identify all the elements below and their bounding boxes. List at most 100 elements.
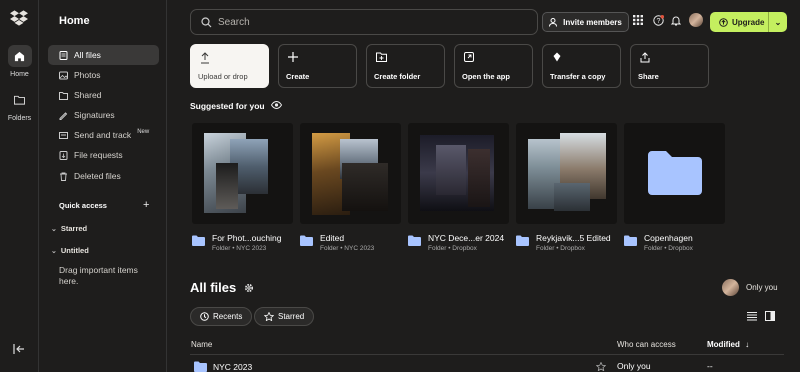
starred-label: Starred <box>60 224 88 233</box>
apps-grid-icon[interactable] <box>632 14 644 26</box>
tile-label: Transfer a copy <box>550 72 606 81</box>
suggested-item-3[interactable]: NYC Dece...er 2024 Folder • Dropbox <box>408 233 504 254</box>
search-icon <box>201 16 212 27</box>
large-folder-icon <box>648 151 702 195</box>
left-rail: Home Folders <box>0 0 39 372</box>
sidebar-item-label: Signatures <box>74 110 115 120</box>
notifications-bell-icon[interactable] <box>670 14 682 26</box>
thumbnail-image <box>554 183 590 211</box>
suggested-card-2[interactable] <box>300 123 401 224</box>
dropbox-logo-icon[interactable] <box>10 10 28 26</box>
suggested-card-3[interactable] <box>408 123 509 224</box>
recents-label: Recents <box>213 312 243 321</box>
tile-label: Create folder <box>374 72 421 81</box>
share-tile[interactable]: Share <box>630 44 709 88</box>
suggested-item-meta: Folder • Dropbox <box>428 245 477 252</box>
user-avatar[interactable] <box>689 13 703 27</box>
sidebar-title: Home <box>59 15 90 27</box>
thumbnail-image <box>468 149 490 207</box>
column-header-modified[interactable]: Modified ↓ <box>707 340 749 349</box>
access-indicator[interactable]: Only you <box>722 279 778 296</box>
chevron-down-icon: ⌄ <box>51 247 57 255</box>
rail-home[interactable]: Home <box>0 45 39 78</box>
modified-label: Modified <box>707 340 740 349</box>
thumbnail-image <box>342 163 388 211</box>
folder-icon <box>192 235 205 246</box>
untitled-section-toggle[interactable]: ⌄ Untitled <box>51 246 89 255</box>
rail-folders-label: Folders <box>7 115 32 122</box>
suggested-item-name: For Phot...ouching <box>212 233 282 243</box>
files-icon <box>59 50 68 60</box>
sidebar-item-all-files[interactable]: All files <box>48 45 159 65</box>
sidebar-item-deleted-files[interactable]: Deleted files <box>48 166 159 186</box>
side-panel-icon[interactable] <box>765 311 775 321</box>
owner-avatar <box>722 279 739 296</box>
upgrade-dropdown-chevron-icon[interactable]: ⌄ <box>769 18 787 27</box>
thumbnail-image <box>216 163 238 209</box>
suggested-heading: Suggested for you <box>190 100 282 111</box>
suggested-title: Suggested for you <box>190 101 265 111</box>
suggested-item-name: Edited <box>320 233 345 243</box>
gear-icon[interactable] <box>244 283 254 293</box>
star-icon[interactable] <box>596 362 606 371</box>
folder-icon <box>194 361 207 372</box>
suggested-card-1[interactable] <box>192 123 293 224</box>
add-quick-access-icon[interactable]: + <box>143 199 149 211</box>
sidebar-item-signatures[interactable]: Signatures <box>48 105 159 125</box>
search-input[interactable]: Search <box>190 9 538 35</box>
upload-or-drop-tile[interactable]: Upload or drop <box>190 44 269 88</box>
starred-filter-button[interactable]: Starred <box>254 307 315 326</box>
rail-home-label: Home <box>10 71 29 78</box>
row-access: Only you <box>617 361 651 371</box>
open-the-app-tile[interactable]: Open the app <box>454 44 533 88</box>
sidebar-item-photos[interactable]: Photos <box>48 65 159 85</box>
suggested-item-meta: Folder • NYC 2023 <box>320 245 375 252</box>
sidebar-item-label: Deleted files <box>74 171 121 181</box>
sidebar-item-label: Shared <box>74 90 102 100</box>
sidebar-item-shared[interactable]: Shared <box>48 85 159 105</box>
svg-text:?: ? <box>656 18 660 25</box>
sidebar-item-send-and-track[interactable]: Send and track New <box>48 125 159 145</box>
help-icon[interactable]: ? <box>652 14 664 26</box>
sidebar-item-label: Photos <box>74 70 101 80</box>
suggested-item-5[interactable]: Copenhagen Folder • Dropbox <box>624 233 693 254</box>
suggested-item-name: Reykjavik...5 Edited <box>536 233 611 243</box>
eye-icon[interactable] <box>270 100 282 111</box>
rail-folders[interactable]: Folders <box>0 89 39 122</box>
upgrade-icon <box>719 17 728 27</box>
transfer-a-copy-tile[interactable]: Transfer a copy <box>542 44 621 88</box>
create-tile[interactable]: Create <box>278 44 357 88</box>
suggested-item-2[interactable]: Edited Folder • NYC 2023 <box>300 233 374 254</box>
column-header-name[interactable]: Name <box>191 340 212 349</box>
suggested-card-4[interactable] <box>516 123 617 224</box>
collapse-sidebar-icon[interactable] <box>12 342 26 356</box>
suggested-item-name: Copenhagen <box>644 233 693 243</box>
table-row[interactable]: NYC 2023 <box>194 361 252 372</box>
plus-icon <box>288 52 356 64</box>
suggested-item-1[interactable]: For Phot...ouching Folder • NYC 2023 <box>192 233 281 254</box>
invite-members-label: Invite members <box>563 17 622 27</box>
chevron-down-icon: ⌄ <box>51 225 57 233</box>
suggested-item-4[interactable]: Reykjavik...5 Edited Folder • Dropbox <box>516 233 611 254</box>
list-view-icon[interactable] <box>747 311 757 321</box>
upgrade-label: Upgrade <box>732 17 765 27</box>
starred-section-toggle[interactable]: ⌄ Starred <box>51 224 87 233</box>
untitled-label: Untitled <box>60 246 89 255</box>
sidebar-item-label: Send and track <box>74 130 132 140</box>
create-folder-tile[interactable]: Create folder <box>366 44 445 88</box>
invite-members-button[interactable]: Invite members <box>542 12 629 32</box>
file-request-icon <box>59 150 68 160</box>
column-header-access[interactable]: Who can access <box>617 340 676 349</box>
upgrade-button[interactable]: Upgrade ⌄ <box>710 12 787 32</box>
folder-icon <box>516 235 529 246</box>
signature-icon <box>59 111 68 120</box>
row-modified: -- <box>707 361 713 371</box>
search-placeholder: Search <box>218 16 250 28</box>
suggested-card-5[interactable] <box>624 123 725 224</box>
sidebar-item-file-requests[interactable]: File requests <box>48 145 159 165</box>
folder-icon <box>624 235 637 246</box>
shared-icon <box>59 91 68 100</box>
recents-filter-button[interactable]: Recents <box>190 307 253 326</box>
sidebar-item-label: File requests <box>74 150 123 160</box>
tile-label: Create <box>286 72 310 81</box>
